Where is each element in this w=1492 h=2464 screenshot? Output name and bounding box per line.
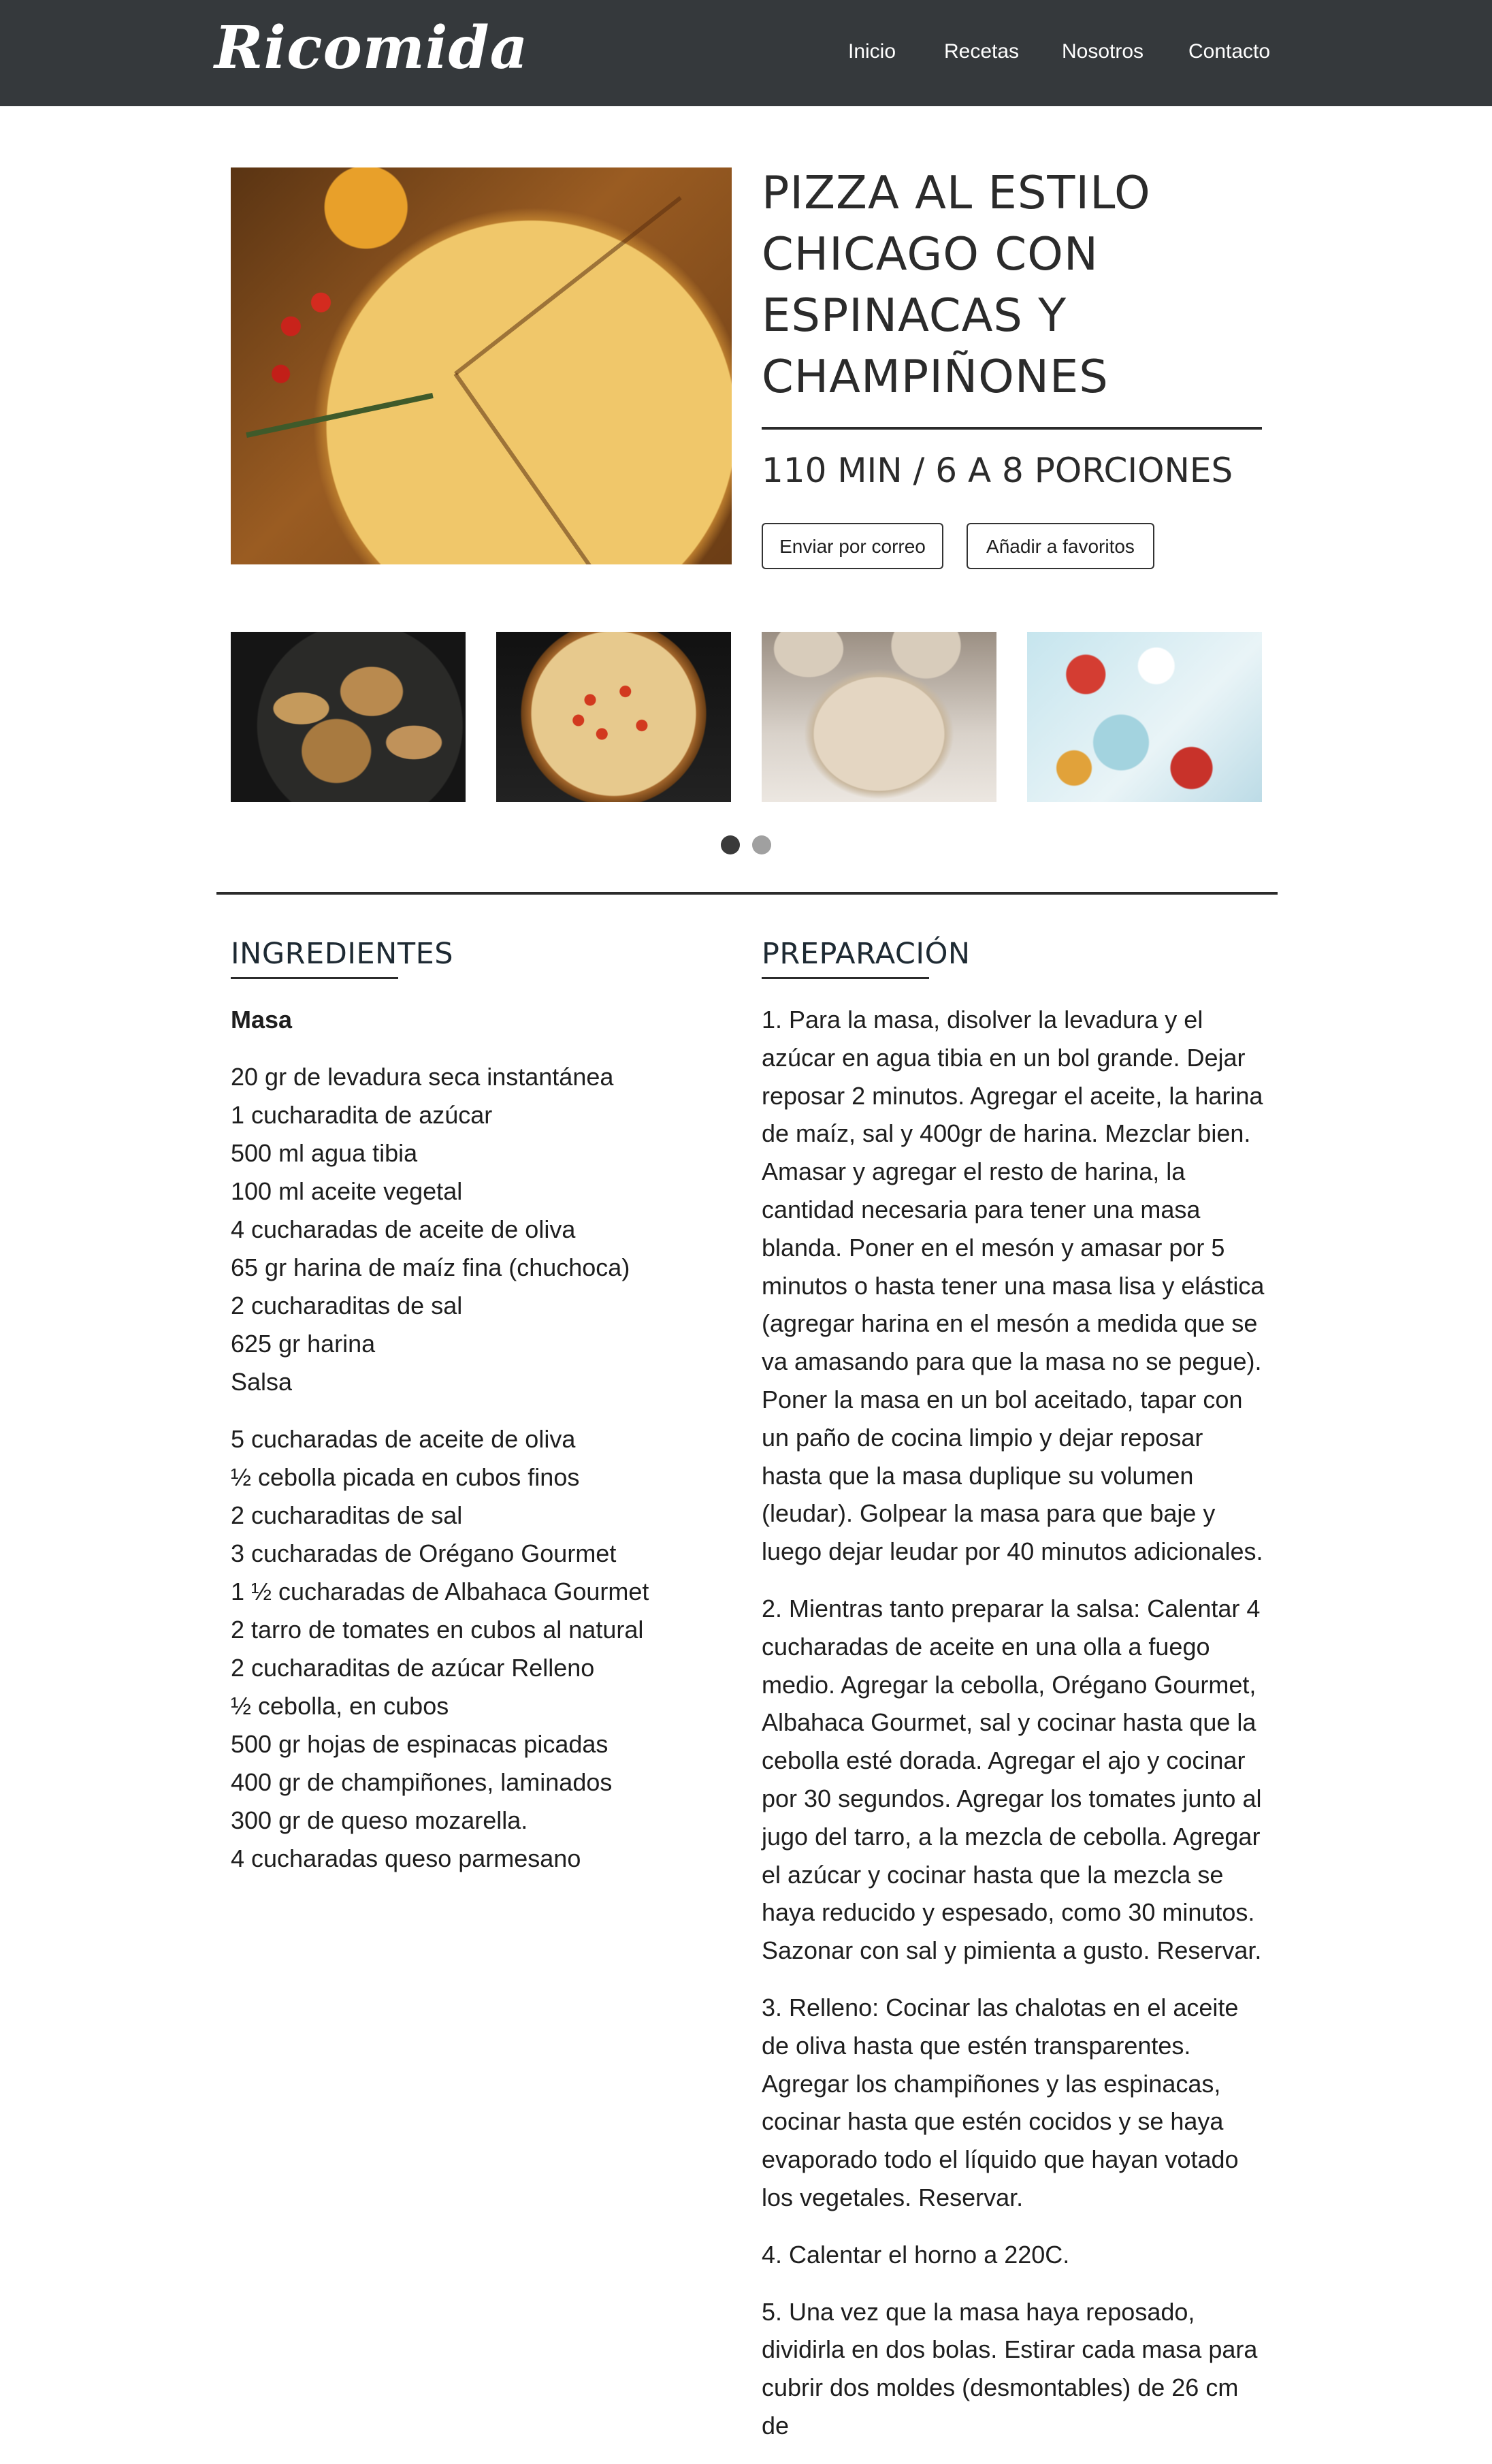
- ingredient-item: 20 gr de levadura seca instantánea: [231, 1063, 614, 1091]
- nav-link-contacto[interactable]: Contacto: [1188, 38, 1270, 65]
- ingredient-item: 4 cucharadas de aceite de oliva: [231, 1215, 576, 1243]
- gallery-thumb-baked-pizza[interactable]: [496, 632, 731, 802]
- preparation-step: 1. Para la masa, disolver la levadura y …: [762, 1006, 1265, 1566]
- section-divider: [216, 892, 1278, 895]
- ingredient-item: 2 cucharaditas de sal: [231, 1501, 463, 1529]
- ingredients-column: Masa 20 gr de levadura seca instantánea …: [231, 1001, 721, 1878]
- ingredient-item: 2 cucharaditas de azúcar Relleno: [231, 1654, 595, 1682]
- carousel-dot-active[interactable]: [721, 835, 740, 854]
- recipe-main-image: [231, 167, 732, 564]
- ingredient-item: 2 cucharaditas de sal: [231, 1292, 463, 1319]
- salsa-ingredient-list: 5 cucharadas de aceite de oliva ½ ceboll…: [231, 1420, 721, 1878]
- ingredient-item: 65 gr harina de maíz fina (chuchoca): [231, 1253, 630, 1281]
- ingredient-item: 100 ml aceite vegetal: [231, 1177, 463, 1205]
- title-divider: [762, 427, 1262, 430]
- ingredient-item: 500 ml agua tibia: [231, 1139, 418, 1167]
- ingredient-item: 1 ½ cucharadas de Albahaca Gourmet: [231, 1578, 649, 1605]
- preparation-step: 2. Mientras tanto preparar la salsa: Cal…: [762, 1594, 1262, 1965]
- ingredient-item: 3 cucharadas de Orégano Gourmet: [231, 1539, 617, 1567]
- nav-link-inicio[interactable]: Inicio: [848, 38, 896, 65]
- ingredient-item: Salsa: [231, 1368, 293, 1396]
- masa-ingredient-list: 20 gr de levadura seca instantánea 1 cuc…: [231, 1058, 721, 1401]
- masa-subheading: Masa: [231, 1006, 293, 1034]
- gallery-thumb-mushrooms[interactable]: [231, 632, 466, 802]
- gallery-thumb-toppings[interactable]: [1027, 632, 1262, 802]
- ingredient-item: ½ cebolla picada en cubos finos: [231, 1463, 580, 1491]
- nav-link-recetas[interactable]: Recetas: [944, 38, 1019, 65]
- rosemary-sprig: [246, 392, 434, 438]
- tomato-toppings: [496, 632, 731, 802]
- preparation-step: 4. Calentar el horno a 220C.: [762, 2240, 1070, 2269]
- add-favorite-button[interactable]: Añadir a favoritos: [967, 523, 1154, 569]
- top-navbar: Ricomida Inicio Recetas Nosotros Contact…: [0, 0, 1492, 106]
- preparation-heading-underline: [762, 977, 929, 979]
- ingredient-item: 2 tarro de tomates en cubos al natural: [231, 1616, 644, 1644]
- pizza-slice-cut: [453, 372, 621, 564]
- ingredient-item: 4 cucharadas queso parmesano: [231, 1844, 581, 1872]
- main-nav: Inicio Recetas Nosotros Contacto: [0, 38, 1492, 65]
- gallery-thumb-dough[interactable]: [762, 632, 996, 802]
- ingredient-item: 625 gr harina: [231, 1330, 376, 1358]
- recipe-title: PIZZA AL ESTILO CHICAGO CON ESPINACAS Y …: [762, 166, 1151, 403]
- ingredient-item: 1 cucharadita de azúcar: [231, 1101, 493, 1129]
- nav-link-nosotros[interactable]: Nosotros: [1062, 38, 1144, 65]
- recipe-time-servings: 110 MIN / 6 A 8 PORCIONES: [762, 451, 1233, 490]
- send-email-button[interactable]: Enviar por correo: [762, 523, 943, 569]
- ingredient-item: ½ cebolla, en cubos: [231, 1692, 449, 1720]
- ingredient-item: 400 gr de champiñones, laminados: [231, 1768, 613, 1796]
- carousel-dot[interactable]: [752, 835, 771, 854]
- preparation-step: 5. Una vez que la masa haya reposado, di…: [762, 2297, 1258, 2439]
- ingredient-item: 500 gr hojas de espinacas picadas: [231, 1730, 609, 1758]
- ingredients-heading-underline: [231, 977, 398, 979]
- preparation-column: 1. Para la masa, disolver la levadura y …: [762, 1001, 1265, 2464]
- ingredient-item: 300 gr de queso mozarella.: [231, 1806, 528, 1834]
- ingredient-item: 5 cucharadas de aceite de oliva: [231, 1425, 576, 1453]
- pizza-slice-cut: [454, 196, 682, 376]
- ingredients-heading: INGREDIENTES: [231, 937, 454, 971]
- preparation-step: 3. Relleno: Cocinar las chalotas en el a…: [762, 1993, 1239, 2211]
- preparation-heading: PREPARACIÓN: [762, 937, 971, 971]
